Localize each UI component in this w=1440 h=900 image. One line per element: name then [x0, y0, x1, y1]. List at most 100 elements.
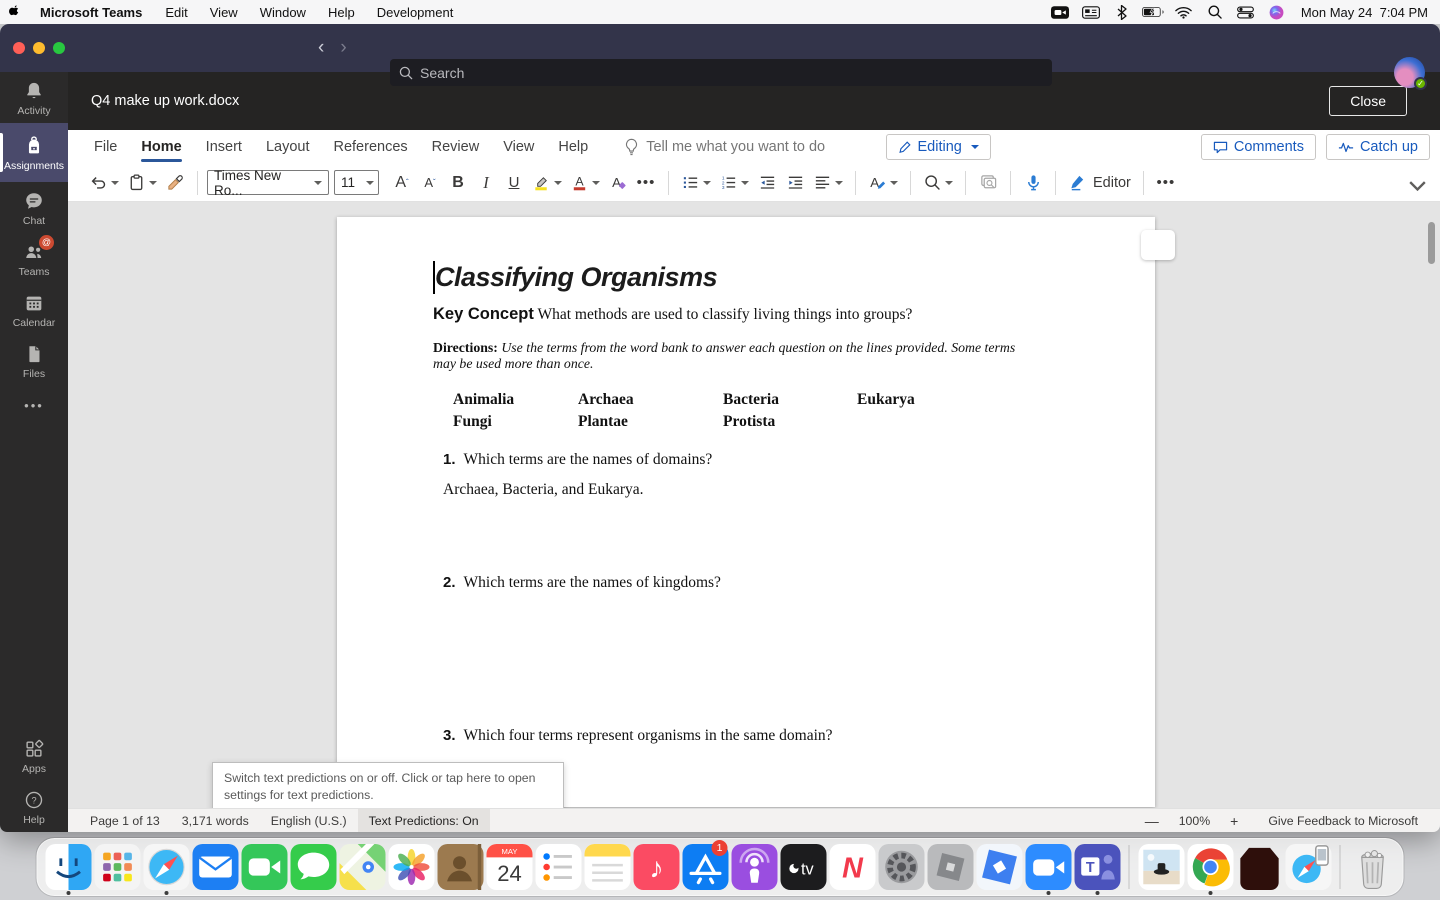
dock-icon-teams[interactable]: T [1073, 838, 1122, 896]
dock-icon-app-store[interactable]: 1 [681, 838, 730, 896]
dock-icon-safari[interactable] [142, 838, 191, 896]
sidebar-item-activity[interactable]: Activity [0, 72, 68, 123]
sidebar-item-apps[interactable]: Apps [0, 730, 68, 781]
zoom-level[interactable]: 100% [1173, 814, 1216, 828]
forward-button[interactable]: › [340, 37, 346, 59]
spotlight-search-icon[interactable] [1204, 4, 1226, 20]
underline-button[interactable]: U [501, 169, 527, 197]
sidebar-item-teams[interactable]: @ Teams [0, 233, 68, 284]
battery-charging-icon[interactable] [1141, 4, 1164, 20]
collapsed-pane-button[interactable] [1141, 230, 1175, 260]
editor-button[interactable]: Editor [1065, 169, 1134, 197]
close-window-button[interactable] [13, 42, 25, 54]
language-indicator[interactable]: English (U.S.) [260, 814, 358, 828]
dock-icon-simulator[interactable] [1284, 838, 1333, 896]
undo-button[interactable] [86, 169, 122, 197]
increase-indent-button[interactable] [782, 169, 808, 197]
dock-icon-chrome[interactable] [1186, 838, 1235, 896]
avatar[interactable]: ✓ [1394, 57, 1427, 90]
font-name-combo[interactable]: Times New Ro... [207, 168, 329, 198]
page-count[interactable]: Page 1 of 13 [79, 814, 171, 828]
dock-icon-messages[interactable] [289, 838, 338, 896]
keyboard-input-icon[interactable] [1080, 4, 1102, 20]
feedback-link[interactable]: Give Feedback to Microsoft [1252, 814, 1440, 828]
tab-insert[interactable]: Insert [194, 130, 254, 164]
collapse-ribbon-button[interactable] [1404, 173, 1430, 201]
grow-font-button[interactable]: Aˆ [389, 169, 415, 197]
dock-icon-trash[interactable] [1348, 838, 1397, 896]
text-predictions-toggle[interactable]: Text Predictions: On [357, 809, 490, 832]
menu-edit[interactable]: Edit [154, 5, 198, 20]
dictate-button[interactable] [1020, 169, 1046, 197]
back-button[interactable]: ‹ [318, 37, 324, 59]
dock-icon-finder[interactable] [44, 838, 93, 896]
dock-icon-podcasts[interactable] [730, 838, 779, 896]
font-color-button[interactable]: A [567, 169, 603, 197]
dock-icon-maps[interactable] [338, 838, 387, 896]
more-font-options-button[interactable]: ••• [633, 169, 659, 197]
editing-mode-dropdown[interactable]: Editing [885, 134, 991, 160]
comments-button[interactable]: Comments [1200, 134, 1316, 160]
sidebar-item-assignments[interactable]: Assignments [0, 123, 68, 182]
tell-me-button[interactable]: Tell me what you want to do [624, 138, 825, 156]
numbered-list-button[interactable]: 123 [716, 169, 752, 197]
italic-button[interactable]: I [473, 169, 499, 197]
dock-icon-facetime[interactable] [240, 838, 289, 896]
dock-icon-roblox[interactable] [926, 838, 975, 896]
dock-icon-photos[interactable] [387, 838, 436, 896]
dock-icon-flash[interactable] [1235, 838, 1284, 896]
document-page[interactable]: Classifying Organisms Key Concept What m… [337, 217, 1155, 807]
menu-view[interactable]: View [199, 5, 249, 20]
highlight-button[interactable] [529, 169, 565, 197]
sidebar-item-calendar[interactable]: Calendar [0, 284, 68, 335]
format-painter-button[interactable] [162, 169, 188, 197]
dock-icon-reminders[interactable] [534, 838, 583, 896]
bold-button[interactable]: B [445, 169, 471, 197]
close-document-button[interactable]: Close [1329, 86, 1407, 116]
decrease-indent-button[interactable] [754, 169, 780, 197]
zoom-in-button[interactable]: + [1216, 813, 1252, 829]
tab-home[interactable]: Home [129, 130, 193, 164]
tab-view[interactable]: View [491, 130, 546, 164]
tab-references[interactable]: References [321, 130, 419, 164]
tab-review[interactable]: Review [420, 130, 492, 164]
search-input[interactable]: Search [390, 59, 1052, 86]
dock-icon-music[interactable]: ♪ [632, 838, 681, 896]
dock-icon-zoom[interactable] [1024, 838, 1073, 896]
immersive-reader-button[interactable] [975, 169, 1001, 197]
sidebar-item-chat[interactable]: Chat [0, 182, 68, 233]
tab-help[interactable]: Help [546, 130, 600, 164]
shrink-font-button[interactable]: Aˇ [417, 169, 443, 197]
dock-icon-contacts[interactable] [436, 838, 485, 896]
more-toolbar-button[interactable]: ••• [1153, 169, 1179, 197]
bullet-list-button[interactable] [678, 169, 714, 197]
sidebar-item-files[interactable]: Files [0, 335, 68, 386]
dock-icon-system-preferences[interactable] [877, 838, 926, 896]
font-size-combo[interactable]: 11 [334, 170, 379, 195]
find-button[interactable] [920, 169, 956, 197]
bluetooth-icon[interactable] [1111, 4, 1133, 20]
minimize-window-button[interactable] [33, 42, 45, 54]
apple-menu-icon[interactable] [0, 3, 30, 22]
siri-icon[interactable] [1266, 4, 1288, 20]
sidebar-item-help[interactable]: ? Help [0, 781, 68, 832]
alignment-button[interactable] [810, 169, 846, 197]
dock-icon-launchpad[interactable] [93, 838, 142, 896]
tab-file[interactable]: File [82, 130, 129, 164]
dock-icon-news[interactable]: N [828, 838, 877, 896]
clear-formatting-button[interactable]: A [605, 169, 631, 197]
menubar-clock[interactable]: Mon May 24 7:04 PM [1297, 5, 1428, 20]
vertical-scrollbar[interactable] [1428, 222, 1435, 264]
dock-icon-notes[interactable] [583, 838, 632, 896]
dock-icon-mail[interactable] [191, 838, 240, 896]
word-count[interactable]: 3,171 words [171, 814, 260, 828]
sidebar-more-button[interactable]: ••• [0, 386, 68, 425]
dock-icon-roblox-studio[interactable] [975, 838, 1024, 896]
zoom-window-button[interactable] [53, 42, 65, 54]
video-status-icon[interactable] [1049, 4, 1071, 20]
control-center-icon[interactable] [1235, 4, 1257, 20]
wifi-icon[interactable] [1173, 4, 1195, 20]
menu-development[interactable]: Development [366, 5, 465, 20]
tab-layout[interactable]: Layout [254, 130, 322, 164]
paste-button[interactable] [124, 169, 160, 197]
